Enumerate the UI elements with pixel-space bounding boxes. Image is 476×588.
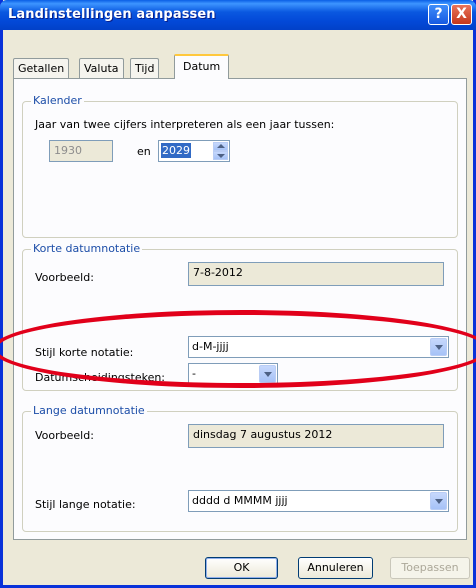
tab-datum[interactable]: Datum [174, 54, 230, 79]
long-example-value: dinsdag 7 augustus 2012 [193, 428, 333, 441]
down-arrow-icon [217, 154, 225, 158]
apply-button: Toepassen [390, 557, 470, 579]
tab-getallen[interactable]: Getallen [13, 58, 70, 78]
title-bar[interactable]: Landinstellingen aanpassen ? X [0, 0, 476, 30]
short-style-combobox[interactable]: d-M-jjjj [188, 336, 449, 358]
long-style-combobox[interactable]: dddd d MMMM jjjj [188, 490, 449, 512]
long-example-label: Voorbeeld: [35, 429, 94, 442]
short-date-legend: Korte datumnotatie [31, 242, 143, 255]
from-year-value: 1930 [54, 144, 82, 157]
short-example-field: 7-8-2012 [188, 262, 444, 286]
from-year-field: 1930 [49, 140, 113, 162]
up-arrow-icon [217, 144, 225, 148]
spin-down-button[interactable] [213, 151, 228, 160]
long-style-value: dddd d MMMM jjjj [192, 494, 288, 507]
to-year-value[interactable]: 2029 [161, 143, 191, 158]
to-year-spinner[interactable]: 2029 [158, 140, 230, 162]
year-range-connector: en [137, 145, 151, 158]
ok-button[interactable]: OK [205, 557, 278, 579]
help-button[interactable]: ? [428, 4, 449, 25]
long-date-legend: Lange datumnotatie [31, 404, 147, 417]
cancel-button[interactable]: Annuleren [298, 557, 373, 579]
chevron-down-icon[interactable] [259, 365, 276, 383]
long-date-group: Lange datumnotatie Voorbeeld: dinsdag 7 … [22, 404, 458, 532]
short-style-value: d-M-jjjj [192, 340, 229, 353]
short-example-label: Voorbeeld: [35, 271, 94, 284]
separator-value: - [192, 367, 196, 380]
tab-tijd[interactable]: Tijd [130, 58, 160, 78]
dialog-window: Landinstellingen aanpassen ? X Getallen … [0, 0, 476, 588]
long-example-field: dinsdag 7 augustus 2012 [188, 424, 444, 448]
separator-combobox[interactable]: - [188, 363, 278, 384]
tab-valuta[interactable]: Valuta [79, 58, 124, 78]
calendar-group: Kalender Jaar van twee cijfers interpret… [22, 94, 458, 238]
chevron-down-icon[interactable] [430, 492, 447, 510]
chevron-down-icon[interactable] [430, 338, 447, 356]
long-style-label: Stijl lange notatie: [35, 498, 136, 511]
tab-panel-datum: Kalender Jaar van twee cijfers interpret… [13, 78, 467, 540]
short-style-label: Stijl korte notatie: [35, 346, 134, 359]
calendar-legend: Kalender [31, 94, 84, 107]
window-title: Landinstellingen aanpassen [8, 7, 216, 22]
short-example-value: 7-8-2012 [193, 266, 243, 279]
close-button[interactable]: X [451, 4, 472, 25]
two-digit-year-description: Jaar van twee cijfers interpreteren als … [35, 118, 335, 131]
spin-up-button[interactable] [213, 142, 228, 151]
short-date-group: Korte datumnotatie Voorbeeld: 7-8-2012 S… [22, 242, 458, 391]
separator-label: Datumscheidingsteken: [35, 371, 166, 384]
